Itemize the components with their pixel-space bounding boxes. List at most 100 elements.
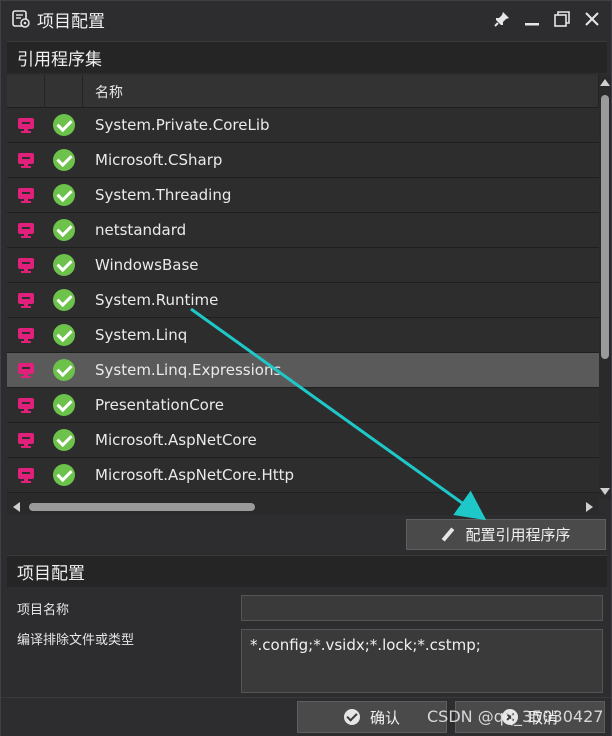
row-name: System.Private.CoreLib (95, 116, 270, 134)
row-icon-cell (7, 467, 45, 483)
project-form: 项目名称 编译排除文件或类型 *.config;*.vsidx;*.lock;*… (7, 589, 607, 697)
row-status-cell[interactable] (45, 149, 83, 171)
row-name: Microsoft.AspNetCore (95, 431, 257, 449)
project-name-input[interactable] (241, 595, 603, 621)
confirm-label: 确认 (369, 708, 400, 727)
settings-doc-icon (11, 9, 31, 29)
check-circle-icon (53, 394, 75, 416)
check-circle-icon (53, 184, 75, 206)
check-circle-icon (53, 219, 75, 241)
row-name: System.Threading (95, 186, 232, 204)
table-row[interactable]: Microsoft.CSharp (7, 143, 599, 178)
row-status-cell[interactable] (45, 359, 83, 381)
row-icon-cell (7, 152, 45, 168)
monitor-icon (18, 257, 34, 273)
row-name: Microsoft.CSharp (95, 151, 223, 169)
row-icon-cell (7, 292, 45, 308)
row-name: PresentationCore (95, 396, 224, 414)
monitor-icon (18, 327, 34, 343)
row-name: WindowsBase (95, 256, 199, 274)
row-icon-cell (7, 397, 45, 413)
check-circle-icon (343, 709, 360, 725)
scroll-left-icon[interactable] (13, 502, 20, 512)
monitor-icon (18, 292, 34, 308)
check-circle-icon (53, 464, 75, 486)
exclude-files-label: 编译排除文件或类型 (17, 633, 135, 648)
row-icon-cell (7, 257, 45, 273)
confirm-button[interactable]: 确认 (297, 701, 447, 733)
configure-references-label: 配置引用程序序 (465, 526, 571, 544)
check-circle-icon (53, 429, 75, 451)
row-name: netstandard (95, 221, 187, 239)
row-status-cell[interactable] (45, 114, 83, 136)
row-name: System.Linq (95, 326, 188, 344)
monitor-icon (18, 187, 34, 203)
table-row[interactable]: WindowsBase (7, 248, 599, 283)
table-row[interactable]: Microsoft.AspNetCore (7, 423, 599, 458)
scroll-right-icon[interactable] (586, 502, 593, 512)
check-circle-icon (53, 324, 75, 346)
monitor-icon (18, 432, 34, 448)
window-title: 项目配置 (37, 11, 105, 32)
window-controls (489, 7, 605, 31)
column-header-icon[interactable] (7, 75, 45, 108)
row-name: System.Runtime (95, 291, 219, 309)
row-status-cell[interactable] (45, 429, 83, 451)
monitor-icon (18, 397, 34, 413)
title-bar: 项目配置 (1, 1, 611, 37)
check-circle-icon (53, 149, 75, 171)
row-status-cell[interactable] (45, 464, 83, 486)
check-circle-icon (53, 254, 75, 276)
project-section-header: 项目配置 (7, 555, 607, 587)
row-status-cell[interactable] (45, 184, 83, 206)
table-row[interactable]: System.Private.CoreLib (7, 108, 599, 143)
scroll-up-icon[interactable] (600, 79, 610, 86)
minimize-icon[interactable] (519, 7, 545, 31)
row-icon-cell (7, 432, 45, 448)
check-circle-icon (53, 289, 75, 311)
scroll-down-icon[interactable] (600, 488, 610, 495)
exclude-files-input[interactable]: *.config;*.vsidx;*.lock;*.cstmp; (241, 629, 603, 693)
row-status-cell[interactable] (45, 394, 83, 416)
close-icon[interactable] (579, 7, 605, 31)
table-row[interactable]: Microsoft.AspNetCore.Http (7, 458, 599, 493)
row-name: System.Linq.Expressions (95, 361, 282, 379)
vertical-scroll-thumb[interactable] (601, 95, 609, 359)
restore-icon[interactable] (549, 7, 575, 31)
table-row[interactable]: System.Linq (7, 318, 599, 353)
monitor-icon (18, 362, 34, 378)
row-icon-cell (7, 222, 45, 238)
pin-icon[interactable] (489, 7, 515, 31)
row-name: Microsoft.AspNetCore.Http (95, 466, 295, 484)
row-status-cell[interactable] (45, 219, 83, 241)
horizontal-scroll-thumb[interactable] (29, 503, 255, 511)
table-row[interactable]: PresentationCore (7, 388, 599, 423)
pencil-icon (441, 528, 455, 542)
row-icon-cell (7, 362, 45, 378)
watermark-text: CSDN @qq_35030427 (427, 707, 604, 726)
configure-references-button[interactable]: 配置引用程序序 (406, 519, 606, 550)
column-header-name[interactable]: 名称 (83, 75, 599, 108)
assemblies-grid: 名称 System.Private.CoreLib Microsoft.CShar… (7, 75, 599, 499)
check-circle-icon (53, 114, 75, 136)
row-status-cell[interactable] (45, 254, 83, 276)
monitor-icon (18, 222, 34, 238)
grid-header: 名称 (7, 75, 599, 108)
table-row[interactable]: netstandard (7, 213, 599, 248)
table-row[interactable]: System.Runtime (7, 283, 599, 318)
project-section-title: 项目配置 (17, 564, 85, 584)
table-row[interactable]: System.Threading (7, 178, 599, 213)
monitor-icon (18, 117, 34, 133)
vertical-scrollbar[interactable] (599, 75, 611, 499)
row-status-cell[interactable] (45, 324, 83, 346)
monitor-icon (18, 467, 34, 483)
horizontal-scrollbar[interactable] (7, 499, 599, 515)
row-status-cell[interactable] (45, 289, 83, 311)
project-config-window: 项目配置 引用程序集 名称 System.Private.CoreLib Mic… (0, 0, 612, 736)
check-circle-icon (53, 359, 75, 381)
row-icon-cell (7, 117, 45, 133)
column-header-status[interactable] (45, 75, 83, 108)
table-row[interactable]: System.Linq.Expressions (7, 353, 599, 388)
assemblies-section-title: 引用程序集 (17, 50, 102, 70)
project-name-label: 项目名称 (17, 603, 70, 618)
